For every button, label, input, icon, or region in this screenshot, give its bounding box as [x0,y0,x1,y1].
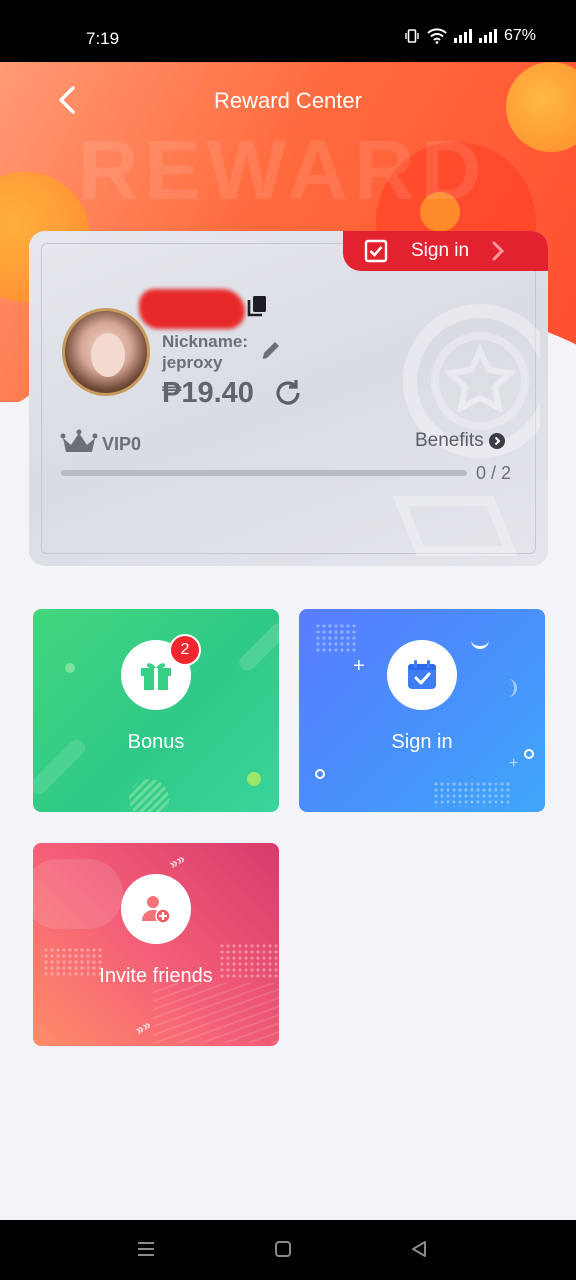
recents-menu-icon[interactable] [137,1240,155,1258]
nickname-value: jeproxy [162,353,223,372]
decor-stripe [236,620,279,674]
crown-icon [60,429,98,452]
redacted-username [139,289,245,329]
invite-icon-circle [121,874,191,944]
balance-amount: ₱19.40 [162,377,254,409]
arc-decor [499,679,517,697]
sign-in-tab-label: Sign in [411,240,470,261]
status-bar: 7:19 67% [0,0,576,62]
page-title: Reward Center [214,88,362,113]
signal-icon-2 [478,29,497,43]
calendar-check-icon [408,660,436,689]
benefits-link[interactable]: Benefits [415,430,505,452]
status-time: 7:19 [86,29,120,48]
signal-icon [453,29,472,43]
sign-in-label: Sign in [391,731,453,753]
benefits-label: Benefits [415,430,484,451]
bonus-label: Bonus [127,731,185,753]
avatar-face [91,333,125,377]
edit-icon[interactable] [260,339,282,361]
gift-icon [141,663,171,690]
chevron-right-icon [492,241,505,261]
battery-text: 67% [503,27,536,44]
plus-decor-icon: + [353,655,365,677]
plus-decor-icon: + [509,755,519,772]
sign-in-tile[interactable]: + + Sign in [299,609,545,812]
refresh-icon[interactable] [272,377,304,409]
bonus-count-badge: 2 [169,634,201,666]
bonus-tile[interactable]: 2 Bonus [33,609,279,812]
decor-dot [65,663,75,673]
ring-decor [315,769,325,779]
vip-progress-bar [61,470,467,476]
chevron-circle-icon [488,433,505,449]
add-user-icon [142,896,171,924]
vip-progress-text: 0 / 2 [476,463,512,483]
profile-card: Sign in Nickname: jeproxy ₱19.40 VIP0 Be… [29,231,548,566]
invite-friends-label: Invite friends [99,965,213,987]
arc-decor [471,631,489,649]
avatar[interactable] [62,308,150,396]
system-nav-bar [0,1220,576,1280]
wifi-icon [427,28,447,44]
stripe-decor [153,983,279,1043]
decor-dots [315,623,357,653]
nickname-label: Nickname: [162,332,248,351]
checkbox-icon [364,239,388,263]
status-icons: 67% [404,27,536,45]
chevrons-decor-icon: »» [166,850,188,872]
back-nav-icon[interactable] [410,1240,428,1258]
sign-in-icon-circle [387,640,457,710]
decor-dot [247,772,261,786]
sign-in-tab[interactable]: Sign in [343,231,548,271]
decor-dots [433,781,511,807]
cloud-decor [33,859,123,929]
home-icon[interactable] [274,1240,292,1258]
copy-icon[interactable] [246,294,268,318]
hero-watermark: REWARD [78,123,488,217]
chevrons-decor-icon: »» [132,1016,154,1038]
decor-half-circle [129,779,169,812]
vibrate-icon [405,29,419,43]
vip-level: VIP0 [102,434,142,454]
invite-friends-tile[interactable]: »» »» Invite friends [33,843,279,1046]
